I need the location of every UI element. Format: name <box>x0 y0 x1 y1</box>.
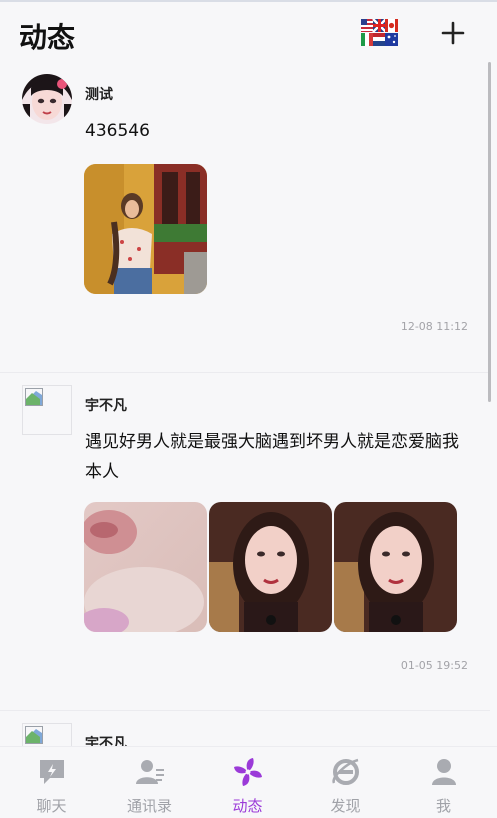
post-item: 测试 436546 12-08 11:12 <box>0 62 490 372</box>
post-photo[interactable] <box>334 502 457 632</box>
tab-profile[interactable]: 我 <box>394 747 493 818</box>
post-timestamp: 01-05 19:52 <box>400 659 468 672</box>
discover-icon <box>331 758 359 785</box>
post-photo[interactable] <box>84 502 207 632</box>
post-text: 436546 <box>85 121 150 141</box>
tab-label: 聊天 <box>36 797 67 815</box>
profile-icon <box>431 759 456 785</box>
tab-label: 通讯录 <box>126 797 172 815</box>
post-photo[interactable] <box>209 502 332 632</box>
broken-image-icon[interactable] <box>22 385 72 435</box>
bottom-tab-bar: 聊天 通讯录 动态 发现 我 <box>0 746 497 818</box>
post-author-name[interactable]: 宇不凡 <box>85 733 127 746</box>
post-text: 遇见好男人就是最强大脑遇到坏男人就是恋爱脑我本人 <box>85 432 459 482</box>
post-photo[interactable] <box>84 164 207 294</box>
add-post-icon[interactable] <box>441 21 465 45</box>
contacts-icon <box>135 760 164 784</box>
post-timestamp: 12-08 11:12 <box>400 320 468 333</box>
feed-scrollbar[interactable] <box>488 62 491 402</box>
post-author-name[interactable]: 测试 <box>85 84 113 104</box>
tab-chat[interactable]: 聊天 <box>2 747 101 818</box>
broken-image-icon[interactable] <box>22 723 72 746</box>
post-item: 宇不凡 遇见好男人就是最强大脑遇到坏男人就是恋爱脑我本人 01-05 19:52 <box>0 373 490 711</box>
post-item: 宇不凡 <box>0 711 490 746</box>
tab-label: 动态 <box>232 797 263 815</box>
tab-discover[interactable]: 发现 <box>296 747 395 818</box>
language-flags-icon[interactable] <box>361 19 398 46</box>
moments-icon <box>233 758 262 786</box>
post-author-name[interactable]: 宇不凡 <box>85 395 127 415</box>
tab-label: 发现 <box>330 797 361 815</box>
page-header: 动态 <box>0 2 497 62</box>
page-title: 动态 <box>19 21 76 54</box>
tab-label: 我 <box>435 797 451 815</box>
tab-contacts[interactable]: 通讯录 <box>100 747 199 818</box>
tab-moments[interactable]: 动态 <box>198 747 297 818</box>
chat-icon <box>39 760 64 784</box>
user-avatar[interactable] <box>22 74 72 124</box>
moments-feed[interactable]: 测试 436546 12-08 11:12 宇不凡 遇见好男人就是最强大脑遇到坏… <box>0 62 497 746</box>
